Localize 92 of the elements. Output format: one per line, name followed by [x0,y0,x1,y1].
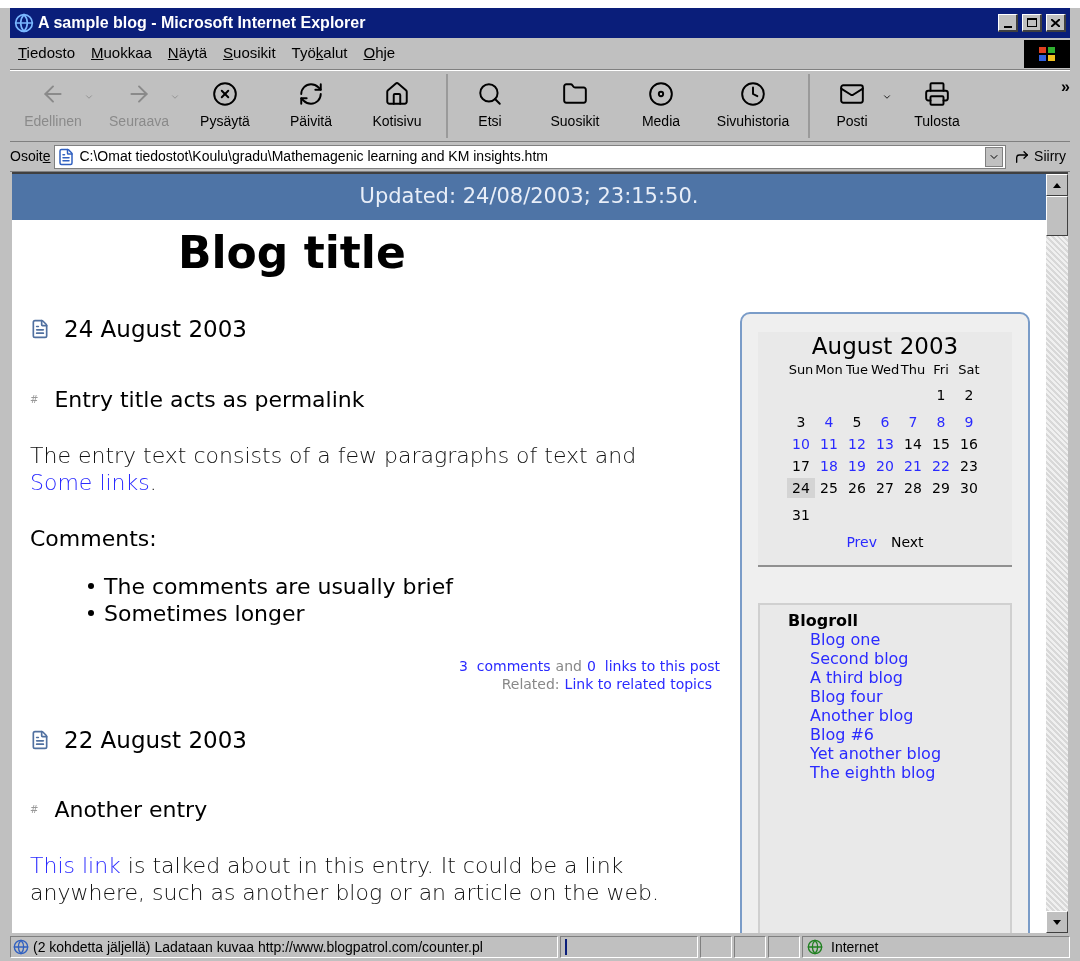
calendar-day: 27 [871,478,899,498]
calendar-day[interactable]: 19 [843,456,871,476]
calendar-day: 31 [787,505,815,525]
weekday-label: Mon [815,361,843,379]
address-field[interactable]: C:\Omat tiedostot\Koulu\gradu\Mathemagenic learning and KM insights.htm [54,144,1007,169]
toolbar-button[interactable]: Etsi [446,74,532,138]
toolbar-button[interactable]: Pysäytä [182,74,268,138]
next-label: Next [890,533,924,552]
related-label: Related: [501,674,560,693]
blogroll-link[interactable]: Second blog [810,649,1010,668]
toolbar-button[interactable]: Sivuhistoria [704,74,802,138]
weekday-label: Sat [957,361,981,379]
and-text: and [555,656,582,675]
blogroll-link[interactable]: Blog one [810,630,1010,649]
calendar-day[interactable]: 21 [899,456,927,476]
menu-item[interactable]: Näytä [159,42,216,65]
text-link[interactable]: Some links [30,469,150,495]
calendar-day: 24 [787,478,815,498]
calendar-day[interactable]: 20 [871,456,899,476]
calendar-day[interactable]: 18 [815,456,843,476]
calendar-day: 17 [787,456,815,476]
hash-icon: # [30,391,39,407]
zone-panel: Internet [802,936,1070,958]
calendar-day: 2 [955,385,983,405]
blogroll-link[interactable]: Yet another blog [810,744,1010,763]
calendar-day: 14 [899,434,927,454]
status-text-panel: (2 kohdetta jäljellä) Ladataan kuvaa http://www.blogpatrol.com/counter.pl [10,936,558,958]
text-link[interactable]: This link [30,853,121,878]
prev-link[interactable]: Prev [846,532,877,553]
calendar-day: 3 [787,412,815,432]
calendar-day[interactable]: 9 [955,412,983,432]
toolbar-button[interactable]: Suosikit [532,74,618,138]
hash-icon: # [30,802,39,817]
window-title: A sample blog - Microsoft Internet Explorer [38,13,367,33]
blogroll-link[interactable]: Another blog [810,706,1010,725]
entry-paragraph: This link is talked about in this entry. It could be a link anywhere, such as another blog or an article on the web. [30,852,661,906]
menu-item[interactable]: Tiedosto [10,42,83,65]
blogroll-link[interactable]: A third blog [810,668,1010,687]
comments-label: Comments: [30,524,158,553]
menu-item[interactable]: Työkalut [283,42,356,65]
calendar-day: 16 [955,434,983,454]
related-link[interactable]: Link to related topics [564,674,712,693]
toolbar-button[interactable]: Media [618,74,704,138]
weekday-label: Fri [932,361,950,379]
more-button[interactable]: » [1061,75,1070,99]
menu-item[interactable]: Suosikit [215,42,284,65]
calendar-day: 1 [927,385,955,405]
entry-paragraph: The entry text consists of a few paragraphs of text and Some links. [30,441,638,496]
toolbar-button[interactable]: Tulosta [894,74,980,138]
entry-title[interactable]: Another entry [54,793,208,826]
calendar-day: 30 [955,478,983,498]
calendar-day[interactable]: 8 [927,412,955,432]
calendar-day[interactable]: 10 [787,434,815,454]
updated-banner: Updated: 24/08/2003; 23:15:50. [12,174,1046,220]
links-link[interactable]: 0 links to this post [586,656,720,675]
calendar-day[interactable]: 13 [871,434,899,454]
weekday-label: Sun [787,361,815,379]
calendar-day: 23 [955,456,983,476]
menu-item[interactable]: Muokkaa [83,42,160,65]
weekday-label: Tue [844,361,870,379]
go-button[interactable]: Siirry [1010,146,1070,167]
date-heading: 24 August 2003 [64,315,247,344]
calendar-day: 15 [927,434,955,454]
entry-title[interactable]: Entry title acts as permalink [54,382,365,416]
toolbar-button[interactable]: Kotisivu [354,74,440,138]
comment-text: The comments are usually brief [104,572,453,600]
comments-link[interactable]: 3 comments [458,656,551,675]
weekday-label: Wed [871,361,899,379]
comment-text: Sometimes longer [104,599,305,627]
calendar-day: 28 [899,478,927,498]
address-label: Osoite [10,147,51,166]
calendar-month: August 2003 [811,332,959,360]
blogroll-title: Blogroll [788,611,859,630]
calendar-day: 29 [927,478,955,498]
menu-item[interactable]: Ohje [355,42,404,65]
blogroll-link[interactable]: Blog four [810,687,1010,706]
calendar-day[interactable]: 6 [871,412,899,432]
toolbar-button[interactable]: Posti [808,74,894,138]
blogroll-link[interactable]: The eighth blog [810,763,1010,782]
date-heading: 22 August 2003 [64,725,247,755]
calendar-day: 26 [843,478,871,498]
calendar-day[interactable]: 4 [815,412,843,432]
blog-title: Blog title [177,226,407,280]
calendar-day[interactable]: 22 [927,456,955,476]
calendar-day: 25 [815,478,843,498]
weekday-label: Thu [899,361,927,379]
calendar-day[interactable]: 12 [843,434,871,454]
blogroll-link[interactable]: Blog #6 [810,725,1010,744]
calendar-day: 5 [843,412,871,432]
toolbar-button[interactable]: Päivitä [268,74,354,138]
calendar-day[interactable]: 7 [899,412,927,432]
calendar-day[interactable]: 11 [815,434,843,454]
